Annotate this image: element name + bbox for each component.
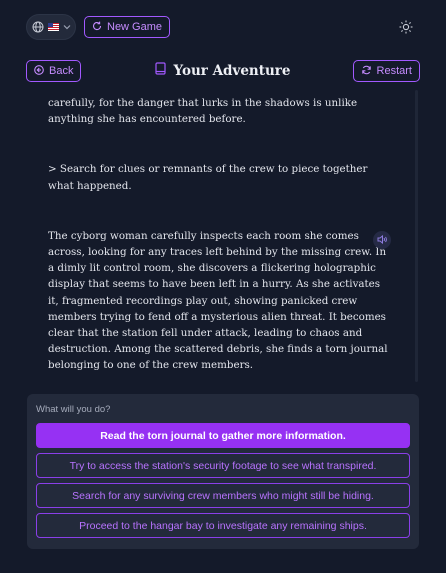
globe-icon <box>32 21 44 33</box>
restart-label: Restart <box>376 65 412 77</box>
choices-prompt: What will you do? <box>36 404 111 415</box>
theme-toggle-button[interactable] <box>398 19 414 35</box>
choice-button[interactable]: Try to access the station's security foo… <box>36 453 410 478</box>
top-bar: New Game <box>26 14 420 42</box>
refresh-icon <box>92 21 102 34</box>
sun-icon <box>398 20 414 39</box>
story-text-area[interactable]: carefully, for the danger that lurks in … <box>48 88 390 382</box>
read-aloud-button[interactable] <box>373 231 391 249</box>
adventure-nav: Back Your Adventure Restart <box>26 60 420 82</box>
story-paragraph: carefully, for the danger that lurks in … <box>48 97 358 126</box>
story-paragraph: The cyborg woman carefully inspects each… <box>48 229 388 372</box>
restart-button[interactable]: Restart <box>352 60 420 82</box>
page-title: Your Adventure <box>173 63 291 79</box>
story-scrollbar[interactable] <box>415 90 418 382</box>
choice-button[interactable]: Read the torn journal to gather more inf… <box>36 423 410 448</box>
us-flag-icon <box>47 23 59 31</box>
story-paragraph-player-action: > Search for clues or remnants of the cr… <box>48 163 368 192</box>
new-game-button[interactable]: New Game <box>84 16 171 38</box>
book-icon <box>155 62 167 80</box>
restart-icon <box>361 65 372 78</box>
speaker-icon <box>377 231 388 249</box>
choices-panel: What will you do? Read the torn journal … <box>27 394 419 549</box>
choice-button[interactable]: Proceed to the hangar bay to investigate… <box>36 513 410 538</box>
chevron-down-icon <box>63 24 71 30</box>
new-game-label: New Game <box>107 21 163 33</box>
language-selector[interactable] <box>26 14 76 40</box>
choice-button[interactable]: Search for any surviving crew members wh… <box>36 483 410 508</box>
